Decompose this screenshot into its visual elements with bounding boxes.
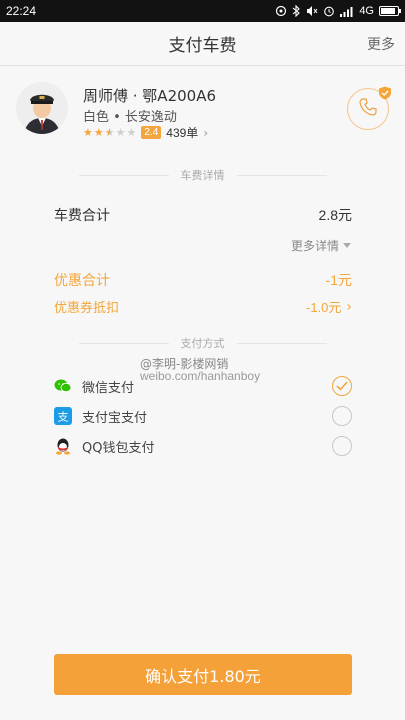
radio-selected[interactable] <box>332 376 352 396</box>
discount-total-row: 优惠合计 -1元 <box>54 270 352 290</box>
driver-name: 周师傅 · 鄂A200A6 <box>83 87 217 105</box>
car-info: 白色 • 长安逸动 <box>83 110 177 125</box>
radio-unselected[interactable] <box>332 406 352 426</box>
chevron-right-icon: › <box>203 125 209 140</box>
payment-label: QQ钱包支付 <box>82 440 155 456</box>
discount-total-value: -1元 <box>325 272 352 288</box>
payment-option-alipay[interactable]: 支 支付宝支付 <box>54 405 352 427</box>
shield-icon <box>378 85 392 100</box>
star-icon: ★ <box>93 126 104 139</box>
alarm-icon <box>323 5 335 17</box>
radio-unselected[interactable] <box>332 436 352 456</box>
rating-badge: 2.4 <box>141 126 162 139</box>
svg-text:支: 支 <box>58 411 69 424</box>
driver-card: 周师傅 · 鄂A200A6 白色 • 长安逸动 ★ ★ ★ ★ ★ 2.4 43… <box>0 66 405 156</box>
call-driver-button[interactable] <box>347 85 392 130</box>
payment-label: 微信支付 <box>82 380 135 396</box>
fare-section-title: 车费详情 <box>180 169 225 182</box>
payment-label: 支付宝支付 <box>82 410 148 426</box>
more-details-label: 更多详情 <box>290 239 339 253</box>
caret-down-icon <box>343 243 351 248</box>
battery-icon <box>379 6 401 16</box>
discount-total-label: 优惠合计 <box>54 273 110 289</box>
page-title: 支付车费 <box>168 36 237 56</box>
coupon-row[interactable]: 优惠券抵扣 -1.0元 › <box>54 297 352 317</box>
chevron-right-icon: › <box>346 298 352 315</box>
alipay-icon: 支 <box>54 407 72 425</box>
nav-bar: 支付车费 更多 <box>0 22 405 66</box>
payment-section-header: 支付方式 <box>0 336 405 350</box>
coupon-label: 优惠券抵扣 <box>54 301 120 316</box>
status-time: 22:24 <box>6 4 37 18</box>
divider <box>78 174 169 176</box>
bluetooth-icon <box>292 5 301 17</box>
order-count: 439单 <box>166 126 199 140</box>
star-icon: ★ <box>83 126 93 139</box>
payment-section-title: 支付方式 <box>180 337 225 350</box>
signal-icon <box>340 6 354 17</box>
wechat-pay-icon <box>54 377 72 395</box>
payment-option-wechat[interactable]: 微信支付 <box>54 375 352 397</box>
star-icon: ★ <box>115 126 126 139</box>
star-rating: ★ ★ ★ ★ ★ <box>83 126 136 139</box>
fare-section-header: 车费详情 <box>0 168 405 182</box>
status-icons: 4G <box>275 5 401 17</box>
more-button[interactable]: 更多 <box>367 34 395 54</box>
payment-option-qq[interactable]: QQ钱包支付 <box>54 435 352 457</box>
star-half-icon: ★ <box>104 126 115 139</box>
driver-rating-row[interactable]: ★ ★ ★ ★ ★ 2.4 439单 › <box>83 124 208 141</box>
driver-avatar <box>16 82 68 134</box>
coupon-value: -1.0元 <box>305 300 342 315</box>
fare-total-row: 车费合计 2.8元 <box>54 205 352 225</box>
hotspot-icon <box>275 5 287 17</box>
divider <box>236 174 327 176</box>
qq-wallet-icon <box>54 437 72 455</box>
divider <box>236 342 327 344</box>
star-icon: ★ <box>126 126 137 139</box>
fare-total-label: 车费合计 <box>54 208 110 224</box>
network-type: 4G <box>359 5 374 17</box>
divider <box>78 342 169 344</box>
phone-icon <box>358 97 378 121</box>
fare-total-value: 2.8元 <box>318 207 352 223</box>
confirm-pay-button[interactable]: 确认支付1.80元 <box>54 654 352 695</box>
status-bar: 22:24 4G <box>0 0 405 22</box>
more-details-toggle[interactable]: 更多详情 <box>291 237 351 254</box>
mute-icon <box>306 5 318 17</box>
